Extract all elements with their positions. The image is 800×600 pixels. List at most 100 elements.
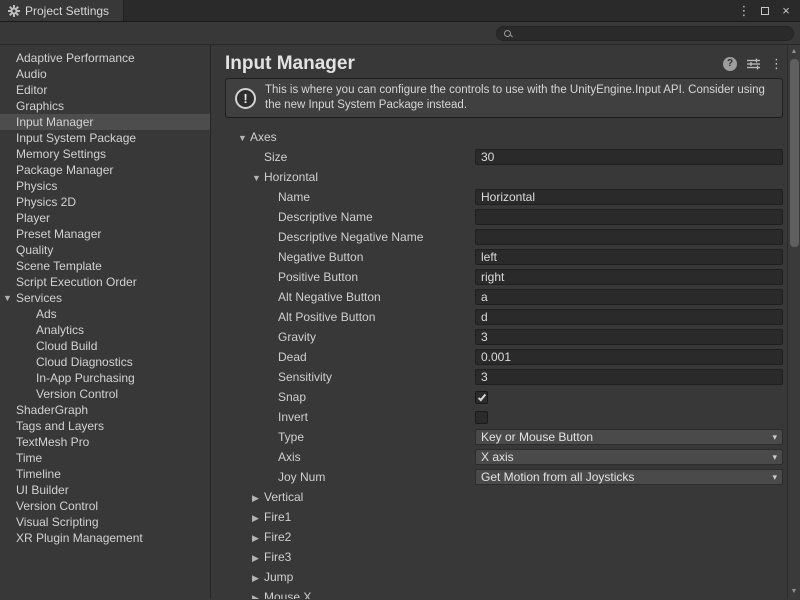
fire1-foldout-label[interactable]: Fire1 [264, 510, 291, 524]
alt-negative-button-field[interactable] [475, 289, 783, 305]
descriptive-negative-name-field[interactable] [475, 229, 783, 245]
property-row-sensitivity: Sensitivity [225, 367, 783, 387]
sidebar-item-in-app-purchasing[interactable]: In-App Purchasing [0, 370, 210, 386]
sidebar-item-label: Preset Manager [16, 227, 101, 241]
sidebar-item-analytics[interactable]: Analytics [0, 322, 210, 338]
window-menu-button[interactable]: ⋮ [735, 2, 753, 20]
sidebar-item-version-control[interactable]: Version Control [0, 386, 210, 402]
kebab-menu-icon[interactable]: ⋮ [770, 57, 783, 71]
foldout-triangle-icon[interactable]: ▶ [252, 513, 264, 524]
descriptive-name-field[interactable] [475, 209, 783, 225]
sidebar-item-label: Tags and Layers [16, 419, 104, 433]
vertical-scrollbar[interactable]: ▲ ▼ [787, 45, 800, 599]
sidebar-item-player[interactable]: Player [0, 210, 210, 226]
sidebar-item-input-manager[interactable]: Input Manager [0, 114, 210, 130]
property-row-jump: ▶Jump [225, 567, 783, 587]
sidebar-item-services[interactable]: ▼ Services [0, 290, 210, 306]
property-row-alt-negative-button: Alt Negative Button [225, 287, 783, 307]
sidebar-item-preset-manager[interactable]: Preset Manager [0, 226, 210, 242]
property-row-joy-num: Joy NumGet Motion from all Joysticks▾ [225, 467, 783, 487]
foldout-triangle-icon[interactable]: ▶ [252, 493, 264, 504]
property-row-fire2: ▶Fire2 [225, 527, 783, 547]
axes-foldout-label[interactable]: Axes [250, 130, 277, 144]
sidebar-item-tags-and-layers[interactable]: Tags and Layers [0, 418, 210, 434]
size-field[interactable] [475, 149, 783, 165]
property-row-gravity: Gravity [225, 327, 783, 347]
scroll-down-icon[interactable]: ▼ [788, 586, 800, 598]
sidebar-item-visual-scripting[interactable]: Visual Scripting [0, 514, 210, 530]
sidebar-item-scene-template[interactable]: Scene Template [0, 258, 210, 274]
property-label: Negative Button [278, 250, 363, 264]
sidebar-item-time[interactable]: Time [0, 450, 210, 466]
info-icon: ! [235, 88, 256, 109]
property-control [475, 309, 783, 325]
foldout-triangle-icon[interactable]: ▶ [252, 553, 264, 564]
property-label: Snap [278, 390, 306, 404]
presets-icon[interactable] [747, 58, 760, 70]
negative-button-field[interactable] [475, 249, 783, 265]
property-control [475, 329, 783, 345]
search-box[interactable] [496, 26, 794, 41]
property-row-dead: Dead [225, 347, 783, 367]
sidebar-item-textmesh-pro[interactable]: TextMesh Pro [0, 434, 210, 450]
gravity-field[interactable] [475, 329, 783, 345]
invert-checkbox[interactable] [475, 411, 488, 424]
sidebar-item-label: Physics 2D [16, 195, 76, 209]
search-input[interactable] [516, 26, 786, 40]
sidebar-item-quality[interactable]: Quality [0, 242, 210, 258]
check-icon [478, 392, 486, 401]
name-field[interactable] [475, 189, 783, 205]
foldout-triangle-icon[interactable]: ▼ [252, 173, 264, 183]
help-icon[interactable]: ? [723, 57, 737, 71]
sidebar-item-ads[interactable]: Ads [0, 306, 210, 322]
property-row-fire3: ▶Fire3 [225, 547, 783, 567]
kebab-menu-icon: ⋮ [738, 3, 751, 19]
sidebar-item-script-execution-order[interactable]: Script Execution Order [0, 274, 210, 290]
sidebar-item-cloud-diagnostics[interactable]: Cloud Diagnostics [0, 354, 210, 370]
property-row-horizontal: ▼Horizontal [225, 167, 783, 187]
fire2-foldout-label[interactable]: Fire2 [264, 530, 291, 544]
property-row-axis: AxisX axis▾ [225, 447, 783, 467]
sidebar-item-input-system-package[interactable]: Input System Package [0, 130, 210, 146]
property-control [475, 391, 783, 404]
joy-num-dropdown[interactable]: Get Motion from all Joysticks▾ [475, 469, 783, 485]
axis-dropdown[interactable]: X axis▾ [475, 449, 783, 465]
sidebar-item-timeline[interactable]: Timeline [0, 466, 210, 482]
type-dropdown[interactable]: Key or Mouse Button▾ [475, 429, 783, 445]
dead-field[interactable] [475, 349, 783, 365]
foldout-triangle-icon[interactable]: ▼ [3, 290, 14, 306]
sidebar-item-ui-builder[interactable]: UI Builder [0, 482, 210, 498]
close-button[interactable]: × [777, 2, 795, 20]
foldout-triangle-icon[interactable]: ▼ [238, 133, 250, 143]
sidebar-item-memory-settings[interactable]: Memory Settings [0, 146, 210, 162]
sidebar-item-label: Visual Scripting [16, 515, 99, 529]
sidebar-item-shadergraph[interactable]: ShaderGraph [0, 402, 210, 418]
sidebar-item-physics-2d[interactable]: Physics 2D [0, 194, 210, 210]
alt-positive-button-field[interactable] [475, 309, 783, 325]
sidebar-item-cloud-build[interactable]: Cloud Build [0, 338, 210, 354]
vertical-foldout-label[interactable]: Vertical [264, 490, 303, 504]
fire3-foldout-label[interactable]: Fire3 [264, 550, 291, 564]
sidebar-item-graphics[interactable]: Graphics [0, 98, 210, 114]
sensitivity-field[interactable] [475, 369, 783, 385]
foldout-triangle-icon[interactable]: ▶ [252, 593, 264, 599]
horizontal-foldout-label[interactable]: Horizontal [264, 170, 318, 184]
jump-foldout-label[interactable]: Jump [264, 570, 293, 584]
scroll-up-icon[interactable]: ▲ [788, 46, 800, 58]
sidebar-item-xr-plugin-management[interactable]: XR Plugin Management [0, 530, 210, 546]
snap-checkbox[interactable] [475, 391, 488, 404]
sidebar-item-adaptive-performance[interactable]: Adaptive Performance [0, 50, 210, 66]
sidebar-item-physics[interactable]: Physics [0, 178, 210, 194]
foldout-triangle-icon[interactable]: ▶ [252, 533, 264, 544]
sidebar-item-audio[interactable]: Audio [0, 66, 210, 82]
sidebar-item-version-control[interactable]: Version Control [0, 498, 210, 514]
tab-project-settings[interactable]: Project Settings [0, 0, 124, 21]
maximize-button[interactable] [756, 2, 774, 20]
sidebar-item-package-manager[interactable]: Package Manager [0, 162, 210, 178]
positive-button-field[interactable] [475, 269, 783, 285]
properties-list: ▼AxesSize▼HorizontalNameDescriptive Name… [225, 127, 783, 599]
mouse-x-foldout-label[interactable]: Mouse X [264, 590, 311, 599]
sidebar-item-editor[interactable]: Editor [0, 82, 210, 98]
foldout-triangle-icon[interactable]: ▶ [252, 573, 264, 584]
scrollbar-thumb[interactable] [790, 59, 799, 247]
